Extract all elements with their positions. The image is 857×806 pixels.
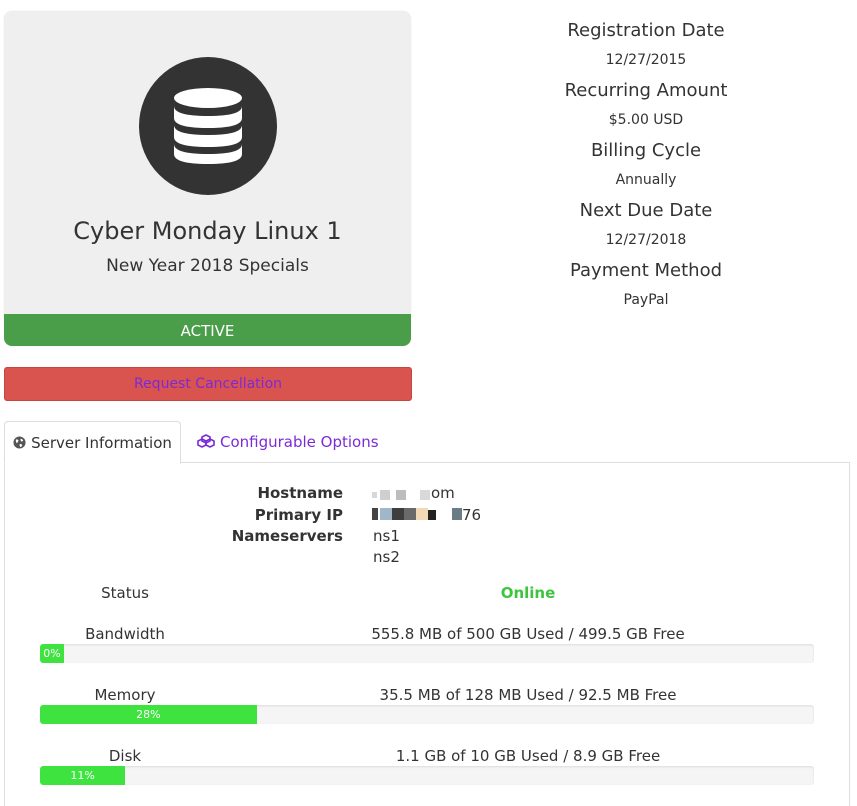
recurring-amount-value: $5.00 USD bbox=[608, 112, 684, 128]
tab-divider-cover bbox=[5, 462, 179, 463]
disk-usage-text: 1.1 GB of 10 GB Used / 8.9 GB Free bbox=[395, 747, 661, 765]
primary-ip-value: 76 bbox=[462, 506, 482, 524]
bandwidth-progress-bar: 0% bbox=[40, 644, 814, 663]
nameserver-1: ns1 bbox=[373, 527, 400, 545]
tab-configurable-options[interactable]: Configurable Options bbox=[197, 421, 379, 462]
request-cancellation-button[interactable]: Request Cancellation bbox=[4, 367, 412, 401]
cubes-icon bbox=[197, 434, 215, 448]
bandwidth-label: Bandwidth bbox=[85, 625, 165, 643]
nameserver-2: ns2 bbox=[373, 548, 400, 566]
billing-cycle-label: Billing Cycle bbox=[590, 140, 702, 161]
billing-details: Registration Date 12/27/2015 Recurring A… bbox=[436, 18, 856, 318]
tab-server-information-label: Server Information bbox=[31, 434, 172, 452]
hostname-value: om bbox=[431, 484, 455, 502]
product-name: Cyber Monday Linux 1 bbox=[73, 217, 342, 245]
database-icon bbox=[174, 88, 242, 164]
status-badge: ACTIVE bbox=[4, 314, 411, 346]
next-due-date-label: Next Due Date bbox=[579, 200, 713, 221]
product-icon-circle bbox=[139, 57, 277, 195]
memory-progress-bar: 28% bbox=[40, 705, 814, 724]
disk-progress-bar: 11% bbox=[40, 766, 814, 785]
recurring-amount-label: Recurring Amount bbox=[564, 80, 728, 101]
registration-date-value: 12/27/2015 bbox=[605, 52, 687, 68]
disk-label: Disk bbox=[108, 747, 142, 765]
next-due-date-value: 12/27/2018 bbox=[605, 232, 687, 248]
bandwidth-progress-fill: 0% bbox=[40, 644, 64, 663]
status-label: Status bbox=[101, 584, 149, 602]
product-card: Cyber Monday Linux 1 New Year 2018 Speci… bbox=[4, 11, 411, 346]
tab-server-information[interactable]: Server Information bbox=[4, 421, 181, 464]
bandwidth-usage-text: 555.8 MB of 500 GB Used / 499.5 GB Free bbox=[371, 625, 685, 643]
memory-usage-text: 35.5 MB of 128 MB Used / 92.5 MB Free bbox=[379, 686, 677, 704]
billing-cycle-value: Annually bbox=[615, 172, 677, 188]
primary-ip-label: Primary IP bbox=[254, 506, 343, 524]
payment-method-label: Payment Method bbox=[569, 260, 723, 281]
hostname-label: Hostname bbox=[257, 484, 343, 502]
payment-method-value: PayPal bbox=[623, 292, 669, 308]
registration-date-label: Registration Date bbox=[567, 20, 725, 41]
disk-progress-fill: 11% bbox=[40, 766, 126, 785]
server-status-value: Online bbox=[500, 584, 556, 602]
globe-icon bbox=[13, 436, 26, 449]
memory-label: Memory bbox=[94, 686, 156, 704]
nameservers-label: Nameservers bbox=[231, 527, 343, 545]
tab-configurable-options-label: Configurable Options bbox=[220, 433, 379, 451]
memory-progress-fill: 28% bbox=[40, 705, 257, 724]
product-group: New Year 2018 Specials bbox=[106, 256, 309, 276]
